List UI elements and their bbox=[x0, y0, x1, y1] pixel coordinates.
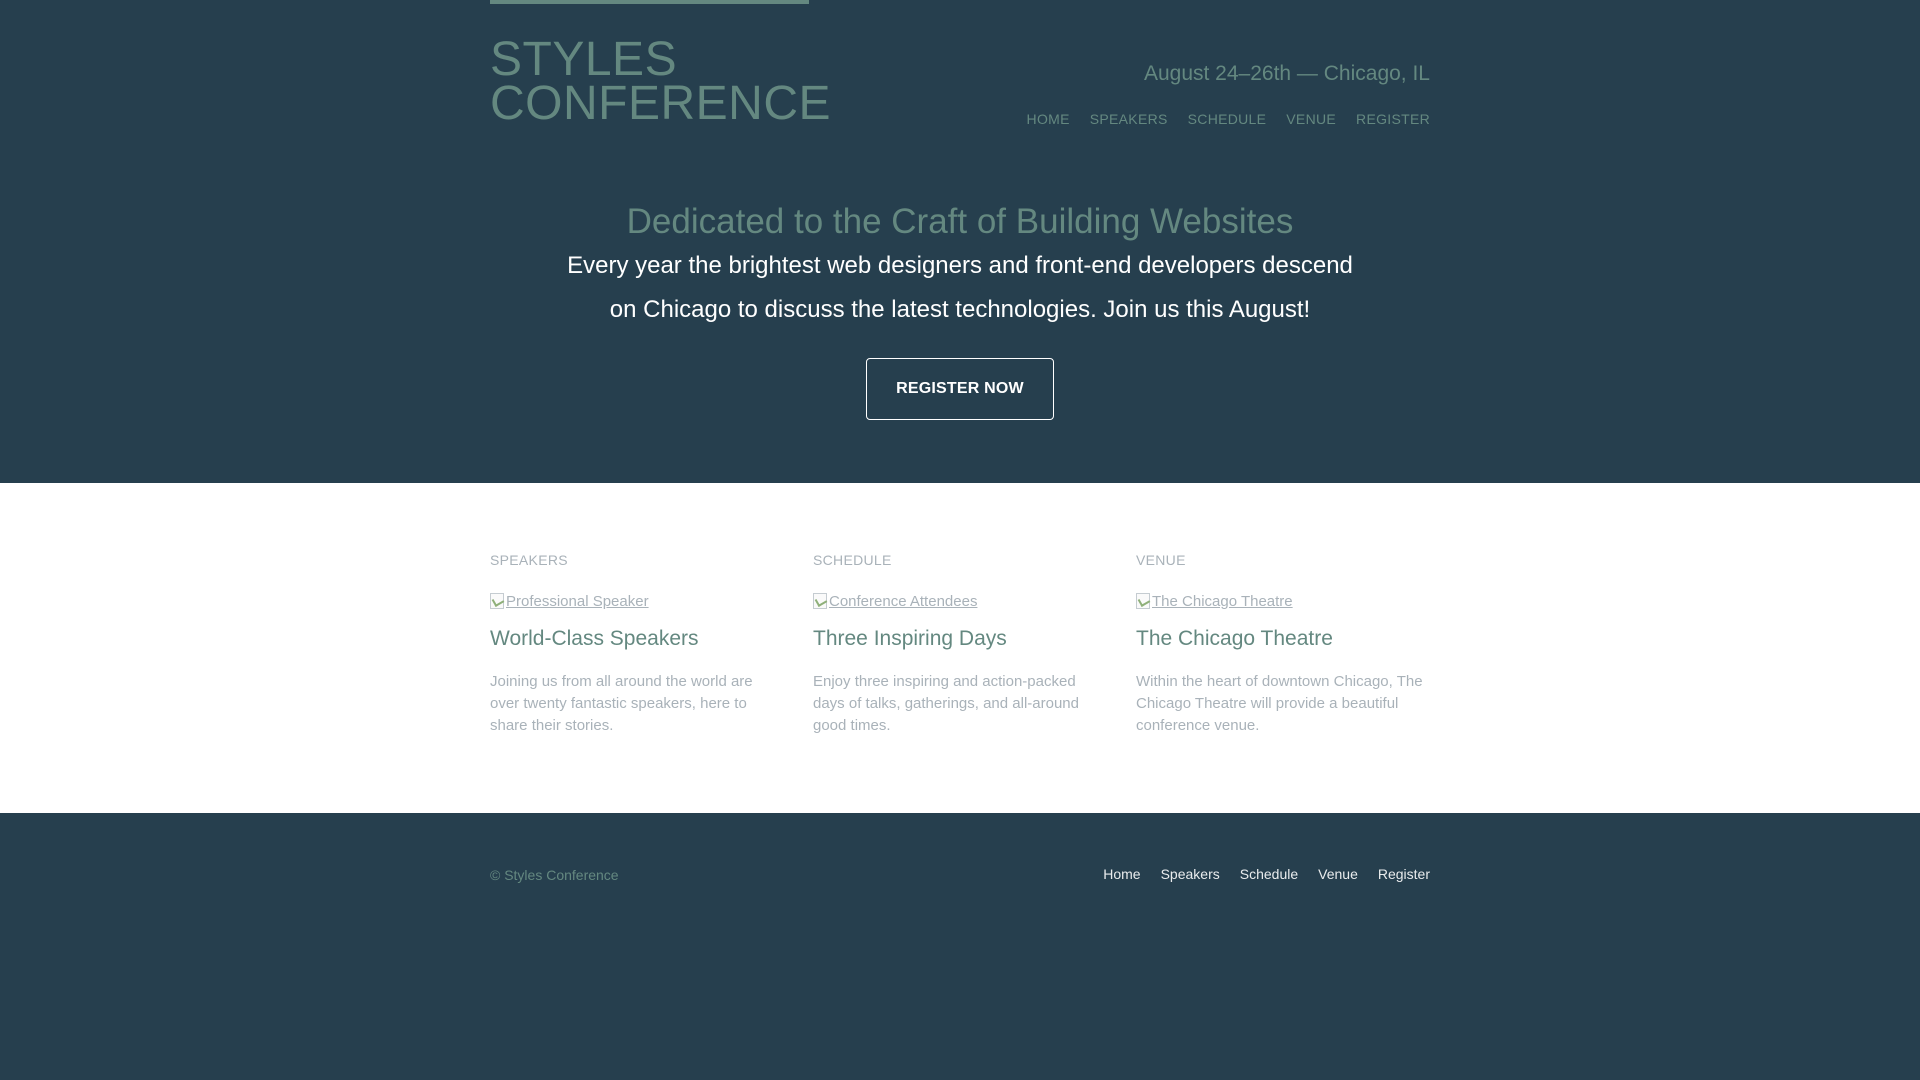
teaser-speakers: Speakers Professional Speaker World-Clas… bbox=[490, 552, 783, 737]
broken-image-icon bbox=[813, 593, 827, 609]
footer-nav-speakers[interactable]: Speakers bbox=[1161, 866, 1220, 882]
footer-nav-venue[interactable]: Venue bbox=[1318, 866, 1358, 882]
site-header: Styles Conference August 24–26th — Chica… bbox=[0, 0, 1920, 163]
theatre-image[interactable]: The Chicago Theatre bbox=[1136, 592, 1429, 610]
broken-image-icon bbox=[490, 593, 504, 609]
teaser-venue: Venue The Chicago Theatre The Chicago Th… bbox=[1136, 552, 1429, 737]
teaser-text: Enjoy three inspiring and action-packed … bbox=[813, 673, 1079, 734]
footer-nav-register[interactable]: Register bbox=[1378, 866, 1430, 882]
image-alt-text: Conference Attendees bbox=[829, 592, 978, 610]
event-tagline: August 24–26th — Chicago, IL bbox=[1143, 62, 1430, 85]
nav-speakers[interactable]: Speakers bbox=[1090, 111, 1168, 127]
teaser-section-label: Venue bbox=[1136, 552, 1186, 568]
broken-image-icon bbox=[1136, 593, 1150, 609]
speaker-image[interactable]: Professional Speaker bbox=[490, 592, 783, 610]
teaser-title: The Chicago Theatre bbox=[1136, 627, 1333, 650]
register-now-button[interactable]: Register Now bbox=[866, 358, 1054, 420]
footer-nav: Home Speakers Schedule Venue Register bbox=[1103, 866, 1430, 882]
hero-text: Every year the brightest web designers a… bbox=[567, 252, 1353, 323]
hero-heading: Dedicated to the Craft of Building Websi… bbox=[626, 202, 1294, 241]
teaser-title: World-Class Speakers bbox=[490, 627, 699, 650]
teasers-section: Speakers Professional Speaker World-Clas… bbox=[0, 483, 1920, 813]
nav-home[interactable]: Home bbox=[1027, 111, 1070, 127]
site-logo[interactable]: Styles Conference bbox=[490, 33, 832, 130]
teaser-title: Three Inspiring Days bbox=[813, 627, 1007, 650]
teaser-text: Joining us from all around the world are… bbox=[490, 673, 753, 734]
nav-schedule[interactable]: Schedule bbox=[1188, 111, 1267, 127]
nav-venue[interactable]: Venue bbox=[1286, 111, 1336, 127]
footer-nav-schedule[interactable]: Schedule bbox=[1240, 866, 1298, 882]
logo-line-1: Styles bbox=[490, 33, 678, 86]
logo-accent-bar bbox=[490, 0, 809, 4]
copyright: © Styles Conference bbox=[490, 867, 619, 883]
teaser-section-label: Speakers bbox=[490, 552, 568, 568]
logo-line-2: Conference bbox=[490, 77, 832, 130]
hero-section: Dedicated to the Craft of Building Websi… bbox=[0, 163, 1920, 483]
image-alt-text: Professional Speaker bbox=[506, 592, 649, 610]
footer-nav-home[interactable]: Home bbox=[1103, 866, 1140, 882]
teaser-section-label: Schedule bbox=[813, 552, 892, 568]
attendees-image[interactable]: Conference Attendees bbox=[813, 592, 1106, 610]
site-footer: © Styles Conference Home Speakers Schedu… bbox=[0, 813, 1920, 890]
teaser-schedule: Schedule Conference Attendees Three Insp… bbox=[813, 552, 1106, 737]
nav-register[interactable]: Register bbox=[1356, 111, 1430, 127]
teaser-text: Within the heart of downtown Chicago, Th… bbox=[1136, 673, 1423, 734]
image-alt-text: The Chicago Theatre bbox=[1152, 592, 1293, 610]
primary-nav: Home Speakers Schedule Venue Register bbox=[1027, 111, 1430, 127]
